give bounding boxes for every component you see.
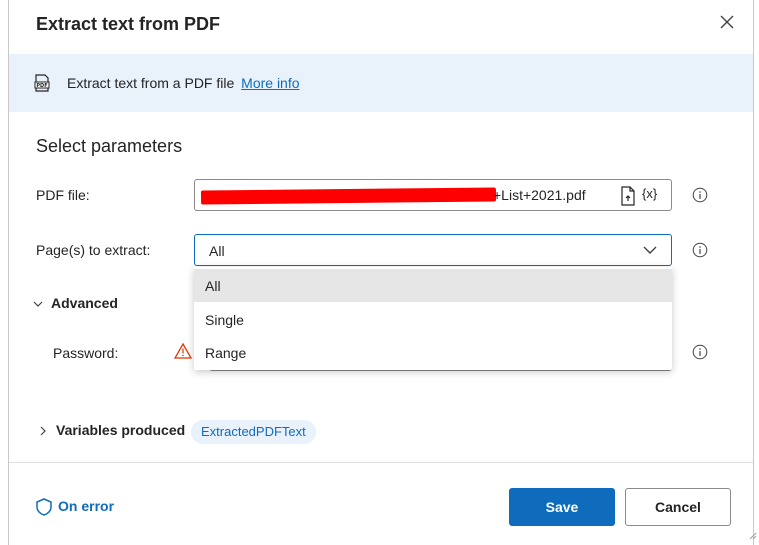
advanced-toggle[interactable]: Advanced [33,295,118,311]
pages-select[interactable]: All [194,234,672,266]
info-banner: PDF Extract text from a PDF file More in… [9,54,753,112]
info-icon[interactable] [692,344,708,360]
variable-picker-icon[interactable]: {x} [642,186,657,201]
on-error-button[interactable]: On error [36,498,115,517]
chevron-down-icon [643,246,657,254]
on-error-label: On error [58,498,115,514]
pdf-file-value: +List+2021.pdf [493,187,586,203]
pages-select-value: All [209,243,225,259]
dropdown-option-all[interactable]: All [194,269,672,302]
info-icon[interactable] [692,187,708,203]
pages-label: Page(s) to extract: [36,242,151,258]
chevron-down-icon [33,301,43,308]
variable-pill[interactable]: ExtractedPDFText [191,420,316,444]
password-label: Password: [53,345,119,361]
pdf-file-input[interactable]: +List+2021.pdf {x} [194,179,672,211]
pdf-file-label: PDF file: [36,187,90,203]
footer-divider [9,462,753,463]
dropdown-option-single[interactable]: Single [194,303,672,336]
redaction-mark [200,187,497,205]
resize-grip-icon[interactable] [747,530,757,540]
chevron-right-icon [40,426,46,436]
more-info-link[interactable]: More info [241,75,299,91]
svg-text:PDF: PDF [36,83,47,89]
banner-text: Extract text from a PDF file More info [67,75,300,91]
save-button[interactable]: Save [509,488,615,526]
dialog-title: Extract text from PDF [36,14,221,34]
extract-text-dialog: Extract text from PDF PDF Extract text f… [8,0,757,545]
pdf-icon: PDF [34,74,50,92]
section-title: Select parameters [36,136,183,156]
close-icon[interactable] [719,14,735,30]
variables-produced-label: Variables produced [56,422,186,438]
variables-produced-toggle[interactable]: Variables produced [38,422,185,438]
shield-icon [36,498,52,517]
dropdown-option-range[interactable]: Range [194,336,672,369]
info-icon[interactable] [692,242,708,258]
cancel-button[interactable]: Cancel [625,488,731,526]
banner-description: Extract text from a PDF file [67,75,235,91]
file-picker-icon[interactable] [619,186,637,206]
advanced-label: Advanced [51,295,118,311]
pages-dropdown-list: All Single Range [194,267,672,370]
warning-icon [174,343,192,359]
